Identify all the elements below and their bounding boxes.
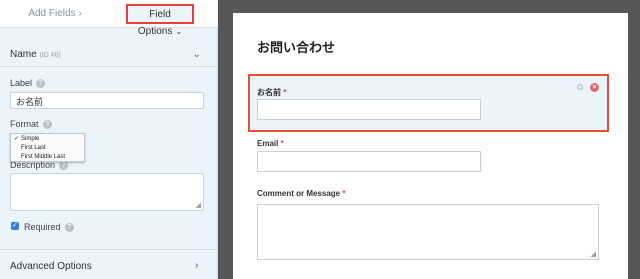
chevron-down-icon[interactable]: ⌄ bbox=[193, 49, 201, 60]
format-option-label: Simple bbox=[21, 136, 40, 142]
delete-icon[interactable]: × bbox=[590, 83, 599, 92]
field-id: (ID #0) bbox=[39, 52, 61, 59]
chevron-right-icon: › bbox=[78, 8, 82, 19]
help-icon[interactable]: ? bbox=[64, 223, 74, 233]
tab-add-fields-label: Add Fields bbox=[28, 8, 76, 19]
format-option-first-middle-last[interactable]: First Middle Last bbox=[11, 153, 84, 162]
form-preview: お問い合わせ ⧉ × お名前 * Email * Comment or Mess… bbox=[233, 13, 628, 279]
name-field-label: お名前 * bbox=[257, 87, 286, 98]
divider bbox=[0, 249, 218, 250]
format-heading-text: Format bbox=[10, 119, 39, 129]
check-icon: ✓ bbox=[14, 136, 20, 142]
format-option-label: First Last bbox=[21, 145, 46, 151]
form-title: お問い合わせ bbox=[257, 40, 336, 55]
required-marker: * bbox=[280, 139, 284, 148]
label-heading-text: Label bbox=[10, 78, 33, 88]
format-option-label: First Middle Last bbox=[21, 154, 66, 160]
field-name: Name bbox=[10, 49, 37, 60]
tab-field-options[interactable]: Field Options ⌄ bbox=[126, 4, 194, 37]
tab-add-fields[interactable]: Add Fields › bbox=[0, 0, 110, 28]
label-heading: Label? bbox=[10, 78, 46, 89]
required-marker: * bbox=[342, 189, 346, 198]
field-options-panel: Add Fields › Field Options ⌄ Name (ID #0)… bbox=[0, 0, 218, 279]
divider bbox=[0, 66, 218, 67]
email-field-label-text: Email bbox=[257, 139, 279, 148]
name-input[interactable] bbox=[257, 99, 481, 120]
format-dropdown-menu[interactable]: ✓ Simple First Last First Middle Last bbox=[10, 133, 85, 162]
email-field-label: Email * bbox=[257, 139, 284, 148]
chevron-right-icon[interactable]: › bbox=[195, 260, 198, 271]
required-label: Required? bbox=[24, 222, 74, 233]
panel-tabs: Add Fields › Field Options ⌄ bbox=[0, 0, 218, 37]
field-section-title[interactable]: Name (ID #0) bbox=[10, 49, 61, 60]
label-field[interactable]: お名前 bbox=[10, 92, 204, 109]
message-field-label: Comment or Message * bbox=[257, 189, 346, 198]
required-checkbox[interactable]: ✓ bbox=[11, 222, 19, 230]
help-icon[interactable]: ? bbox=[59, 161, 69, 171]
duplicate-icon[interactable]: ⧉ bbox=[577, 83, 586, 92]
email-input[interactable] bbox=[257, 151, 481, 172]
chevron-down-icon: ⌄ bbox=[175, 27, 183, 36]
name-field-label-text: お名前 bbox=[257, 88, 281, 97]
message-textarea[interactable]: ◢ bbox=[257, 204, 599, 260]
message-field-label-text: Comment or Message bbox=[257, 189, 341, 198]
help-icon[interactable]: ? bbox=[42, 120, 52, 130]
format-option-first-last[interactable]: First Last bbox=[11, 144, 84, 153]
format-heading: Format? bbox=[10, 119, 52, 130]
advanced-options-toggle[interactable]: Advanced Options bbox=[10, 261, 92, 272]
tab-field-options-label: Field Options bbox=[137, 9, 173, 37]
required-label-text: Required bbox=[24, 222, 61, 232]
resize-handle-icon[interactable]: ◢ bbox=[591, 250, 596, 258]
help-icon[interactable]: ? bbox=[36, 79, 46, 89]
format-option-simple[interactable]: ✓ Simple bbox=[11, 135, 84, 144]
resize-handle-icon[interactable]: ◢ bbox=[196, 201, 201, 209]
required-marker: * bbox=[283, 88, 287, 97]
description-field[interactable]: ◢ bbox=[10, 173, 204, 211]
